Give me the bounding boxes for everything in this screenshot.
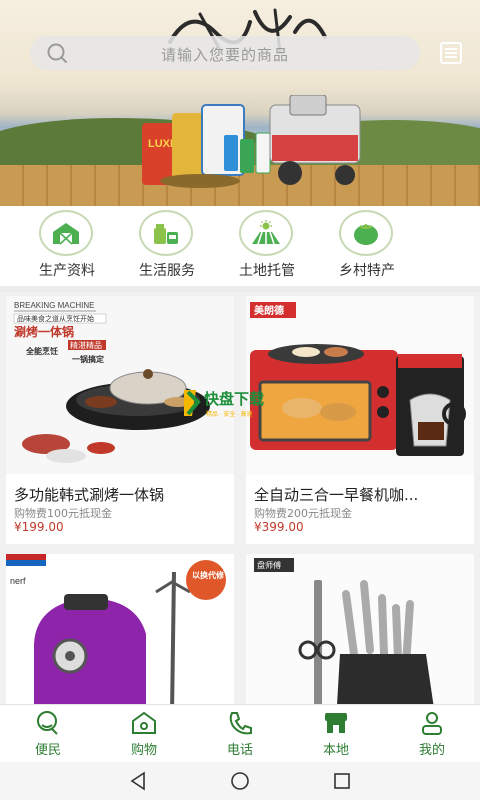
category-label: 生活服务 — [139, 263, 195, 279]
product-title: 多功能韩式涮烤一体锅 — [14, 486, 165, 504]
product-image-breakfast-machine: 美朗德 — [246, 296, 474, 474]
product-image-text: 涮烤一体锅 — [14, 324, 74, 339]
tab-label: 本地 — [322, 743, 349, 758]
product-discount-note: 购物费100元抵现金 — [14, 507, 112, 520]
back-icon[interactable] — [128, 771, 148, 791]
product-price: ¥199.00 — [14, 520, 64, 534]
tab-profile[interactable]: 我的 — [384, 705, 480, 763]
tab-convenience[interactable]: 便民 — [0, 705, 96, 763]
hero-banner[interactable]: LUXI 请输入您要的商品 — [0, 0, 480, 206]
bottom-tab-bar: 便民 购物 电话 本地 我的 — [0, 704, 480, 762]
search-placeholder: 请输入您要的商品 — [160, 46, 289, 64]
local-store-icon — [325, 713, 347, 733]
profile-icon — [422, 712, 442, 735]
product-card[interactable]: BREAKING MACHINE 品味美食之道从烹饪开始 涮烤一体锅 精湛精品 … — [6, 296, 234, 544]
product-title: 全自动三合一早餐机咖... — [254, 486, 419, 504]
groceries-icon — [139, 210, 193, 256]
tab-label: 便民 — [34, 743, 61, 758]
shop-icon — [132, 711, 156, 734]
app-screen: LUXI 请输入您要的商品 生产资料 生活服务 土地托管 乡村特产 BREAKI… — [0, 0, 480, 800]
tab-local[interactable]: 本地 — [288, 705, 384, 763]
barn-icon — [39, 210, 93, 256]
banner-sack-label: LUXI — [148, 138, 173, 150]
search-input[interactable]: 请输入您要的商品 — [30, 36, 420, 70]
phone-icon — [229, 712, 252, 735]
category-land-trusteeship[interactable]: 土地托管 — [217, 206, 317, 286]
product-image-text: 品味美食之道从烹饪开始 — [17, 314, 94, 323]
convenience-icon — [37, 711, 58, 735]
category-production-materials[interactable]: 生产资料 — [17, 206, 117, 286]
product-image-text: 以换代修 — [192, 570, 225, 580]
product-image-grill-pot: BREAKING MACHINE 品味美食之道从烹饪开始 涮烤一体锅 精湛精品 … — [6, 296, 234, 474]
product-image-garment-steamer: nerf 以换代修 — [6, 554, 234, 704]
product-image-knife-set: 盘师傅 — [246, 554, 474, 704]
category-label: 生产资料 — [39, 263, 95, 279]
product-image-text: 全能烹饪 — [25, 346, 58, 356]
tab-phone[interactable]: 电话 — [192, 705, 288, 763]
product-image-text: 一锅搞定 — [72, 354, 104, 364]
product-image-text: 美朗德 — [254, 304, 284, 317]
watermark-main-text: 快盘下载 — [204, 390, 264, 408]
product-image-text: nerf — [10, 576, 26, 586]
category-rural-specialties[interactable]: 乡村特产 — [317, 206, 417, 286]
message-icon[interactable] — [438, 40, 464, 66]
product-card[interactable]: 盘师傅 — [246, 554, 474, 704]
product-discount-note: 购物费200元抵现金 — [254, 507, 352, 520]
tab-shopping[interactable]: 购物 — [96, 705, 192, 763]
watermark-sub-text: 精品 · 安全 · 高速 — [206, 410, 253, 418]
product-grid: BREAKING MACHINE 品味美食之道从烹饪开始 涮烤一体锅 精湛精品 … — [0, 292, 480, 704]
category-life-services[interactable]: 生活服务 — [117, 206, 217, 286]
tab-label: 电话 — [226, 743, 253, 758]
recent-apps-icon[interactable] — [332, 771, 352, 791]
tab-label: 购物 — [130, 743, 157, 758]
product-price: ¥399.00 — [254, 520, 304, 534]
product-image-text: 盘师傅 — [257, 560, 281, 570]
system-navigation-bar — [0, 762, 480, 800]
product-image-text: 精湛精品 — [70, 340, 102, 350]
farmland-icon — [239, 210, 293, 256]
tomato-icon — [339, 210, 393, 256]
tab-label: 我的 — [418, 743, 445, 758]
product-image-text: BREAKING MACHINE — [14, 301, 94, 310]
product-card[interactable]: nerf 以换代修 — [6, 554, 234, 704]
category-label: 土地托管 — [239, 263, 295, 279]
category-label: 乡村特产 — [339, 263, 395, 279]
category-row: 生产资料 生活服务 土地托管 乡村特产 — [0, 206, 480, 286]
download-site-watermark: 快盘下载 精品 · 安全 · 高速 — [184, 390, 264, 418]
banner-farm-products: LUXI — [142, 95, 361, 188]
product-card[interactable]: 美朗德 全自动三合一早餐机咖... 购物费200元抵现金 ¥399.00 — [246, 296, 474, 544]
home-icon[interactable] — [230, 771, 250, 791]
